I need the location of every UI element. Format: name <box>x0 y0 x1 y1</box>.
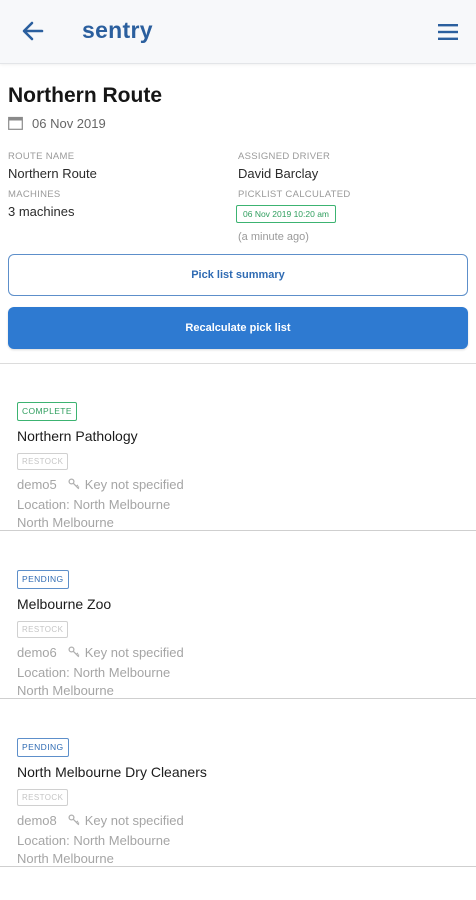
app-bar: sentry <box>0 0 476 64</box>
stop-card[interactable]: COMPLETE Northern Pathology RESTOCK demo… <box>0 364 476 531</box>
machine-row: demo8 Key not specified <box>17 812 184 828</box>
picklist-relative-time: (a minute ago) <box>238 231 309 243</box>
location-line: Location: North Melbourne <box>17 833 171 848</box>
hamburger-menu-icon[interactable] <box>436 20 460 44</box>
key-status: Key not specified <box>84 644 184 660</box>
machine-id: demo8 <box>17 812 57 828</box>
arrow-left-icon[interactable] <box>18 16 48 46</box>
stop-card[interactable]: PENDING Melbourne Zoo RESTOCK demo6 Key … <box>0 532 476 699</box>
route-date: 06 Nov 2019 <box>8 114 106 132</box>
route-name-value: Northern Route <box>8 166 97 181</box>
status-badge: PENDING <box>17 570 69 589</box>
machine-row: demo5 Key not specified <box>17 476 184 492</box>
key-status: Key not specified <box>84 812 184 828</box>
machine-id: demo5 <box>17 476 57 492</box>
calendar-icon <box>8 116 23 130</box>
machine-row: demo6 Key not specified <box>17 644 184 660</box>
picklist-calculated-label: PICKLIST CALCULATED <box>238 189 351 200</box>
stop-name: Northern Pathology <box>17 428 138 444</box>
location-line: Location: North Melbourne <box>17 497 171 512</box>
restock-badge: RESTOCK <box>17 789 69 806</box>
app-title: sentry <box>82 17 153 43</box>
location-line: Location: North Melbourne <box>17 665 171 680</box>
key-status: Key not specified <box>84 476 184 492</box>
key-icon <box>68 814 80 826</box>
picklist-time-badge: 06 Nov 2019 10:20 am <box>236 205 337 223</box>
suburb-line: North Melbourne <box>17 851 114 866</box>
recalculate-pick-list-button[interactable]: Recalculate pick list <box>8 307 468 349</box>
pick-list-summary-button[interactable]: Pick list summary <box>8 254 468 296</box>
restock-badge: RESTOCK <box>17 453 69 470</box>
suburb-line: North Melbourne <box>17 515 114 530</box>
restock-badge: RESTOCK <box>17 621 69 638</box>
assigned-driver-value: David Barclay <box>238 166 319 181</box>
stop-name: Melbourne Zoo <box>17 596 112 612</box>
key-icon <box>68 478 80 490</box>
machines-label: MACHINES <box>8 189 61 200</box>
stop-name: North Melbourne Dry Cleaners <box>17 764 207 780</box>
suburb-line: North Melbourne <box>17 683 114 698</box>
assigned-driver-label: ASSIGNED DRIVER <box>238 151 331 162</box>
route-date-text: 06 Nov 2019 <box>32 115 106 131</box>
status-badge: PENDING <box>17 738 69 757</box>
route-name-label: ROUTE NAME <box>8 151 75 162</box>
key-icon <box>68 646 80 658</box>
stop-card[interactable]: PENDING North Melbourne Dry Cleaners RES… <box>0 700 476 867</box>
page-title: Northern Route <box>8 84 162 107</box>
machine-id: demo6 <box>17 644 57 660</box>
status-badge: COMPLETE <box>17 402 77 421</box>
machines-value: 3 machines <box>8 204 75 219</box>
